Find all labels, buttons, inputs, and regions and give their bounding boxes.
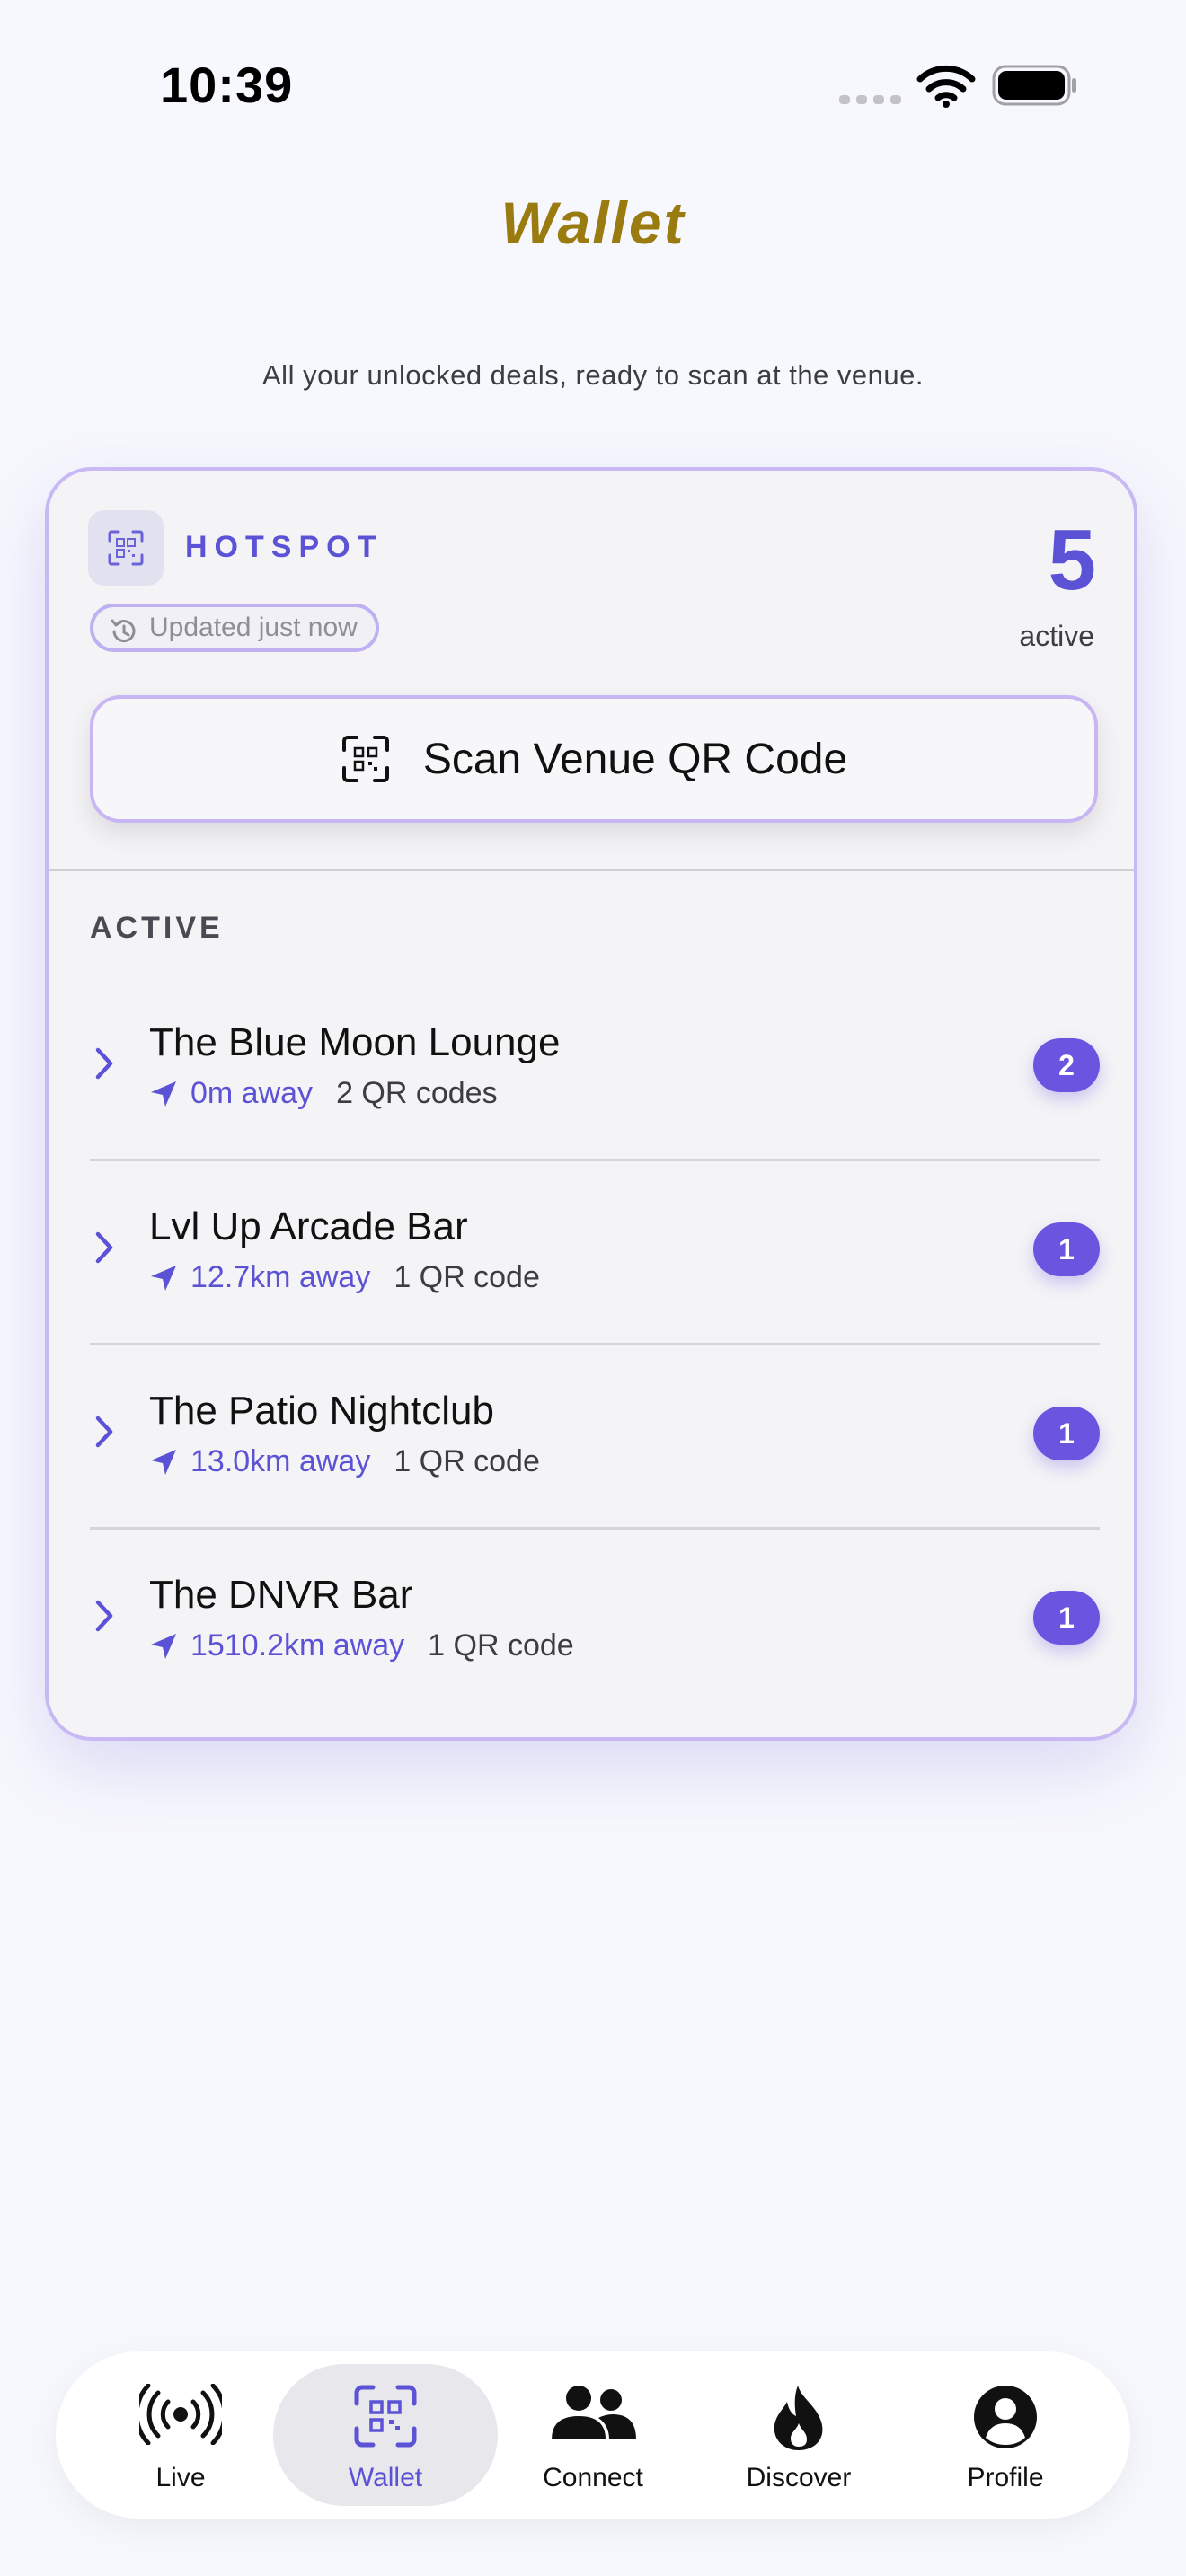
tab-label: Live bbox=[155, 2463, 206, 2492]
scan-qr-button[interactable]: Scan Venue QR Code bbox=[90, 695, 1098, 823]
venue-qr-count: 1 QR code bbox=[394, 1444, 540, 1478]
chevron-right-icon bbox=[95, 1416, 113, 1448]
tab-connect[interactable]: Connect bbox=[481, 2364, 705, 2506]
venue-meta: 0m away 2 QR codes bbox=[149, 1076, 498, 1111]
venue-distance: 13.0km away bbox=[190, 1444, 371, 1478]
broadcast-icon bbox=[139, 2384, 222, 2445]
qr-count-badge: 1 bbox=[1033, 1222, 1100, 1276]
wifi-icon bbox=[916, 65, 976, 108]
people-icon bbox=[552, 2386, 636, 2439]
venue-meta: 1510.2km away 1 QR code bbox=[149, 1628, 574, 1663]
qr-code-icon bbox=[354, 2385, 417, 2448]
page-title: Wallet bbox=[500, 190, 686, 256]
venue-name: The Blue Moon Lounge bbox=[149, 1020, 561, 1064]
venue-distance: 1510.2km away bbox=[190, 1628, 405, 1663]
venue-meta: 12.7km away 1 QR code bbox=[149, 1260, 540, 1295]
wallet-card: HOTSPOT Updated just now 5 active Scan V… bbox=[45, 467, 1137, 1741]
section-label-active: ACTIVE bbox=[90, 911, 224, 945]
flame-icon bbox=[774, 2386, 823, 2450]
venue-qr-count: 1 QR code bbox=[428, 1628, 574, 1663]
location-arrow-icon bbox=[151, 1633, 176, 1659]
chevron-right-icon bbox=[95, 1047, 113, 1080]
qr-scan-icon bbox=[341, 736, 389, 782]
venue-name: The Patio Nightclub bbox=[149, 1389, 494, 1433]
tab-label: Profile bbox=[967, 2463, 1044, 2492]
tab-label: Connect bbox=[543, 2463, 643, 2492]
tab-wallet[interactable]: Wallet bbox=[273, 2364, 498, 2506]
venue-distance: 0m away bbox=[190, 1076, 314, 1110]
active-count-label: active bbox=[1019, 620, 1094, 652]
updated-text: Updated just now bbox=[149, 613, 358, 642]
venue-meta: 13.0km away 1 QR code bbox=[149, 1444, 540, 1479]
active-count: 5 bbox=[1048, 512, 1096, 608]
location-arrow-icon bbox=[151, 1081, 176, 1107]
brand-qr-icon bbox=[88, 510, 164, 586]
status-time: 10:39 bbox=[160, 57, 294, 113]
chevron-right-icon bbox=[95, 1231, 113, 1264]
venue-qr-count: 2 QR codes bbox=[336, 1076, 498, 1110]
chevron-right-icon bbox=[95, 1600, 113, 1632]
page-subtitle: All your unlocked deals, ready to scan a… bbox=[262, 359, 924, 391]
status-bar: 10:39 bbox=[0, 0, 1186, 171]
cellular-signal-icon bbox=[839, 95, 901, 104]
venue-name: Lvl Up Arcade Bar bbox=[149, 1204, 468, 1248]
venue-row[interactable]: The Blue Moon Lounge 0m away 2 QR codes … bbox=[90, 977, 1100, 1161]
tab-label: Wallet bbox=[348, 2463, 423, 2492]
venue-row[interactable]: Lvl Up Arcade Bar 12.7km away 1 QR code … bbox=[90, 1161, 1100, 1345]
brand-name: HOTSPOT bbox=[185, 530, 384, 564]
location-arrow-icon bbox=[151, 1265, 176, 1291]
qr-count-badge: 1 bbox=[1033, 1591, 1100, 1645]
location-arrow-icon bbox=[151, 1449, 176, 1475]
venue-name: The DNVR Bar bbox=[149, 1573, 413, 1617]
card-divider bbox=[49, 869, 1134, 871]
history-icon bbox=[111, 619, 136, 643]
tab-bar: Live Wallet Connect Discover Profile bbox=[56, 2351, 1130, 2519]
tab-live[interactable]: Live bbox=[68, 2364, 293, 2506]
venue-distance: 12.7km away bbox=[190, 1260, 371, 1294]
venue-row[interactable]: The Patio Nightclub 13.0km away 1 QR cod… bbox=[90, 1345, 1100, 1530]
qr-count-badge: 2 bbox=[1033, 1038, 1100, 1092]
scan-button-label: Scan Venue QR Code bbox=[422, 735, 848, 783]
venue-row[interactable]: The DNVR Bar 1510.2km away 1 QR code 1 bbox=[90, 1530, 1100, 1714]
battery-icon bbox=[992, 65, 1076, 106]
tab-profile[interactable]: Profile bbox=[893, 2364, 1118, 2506]
tab-discover[interactable]: Discover bbox=[686, 2364, 911, 2506]
updated-status-pill: Updated just now bbox=[90, 604, 379, 652]
venue-qr-count: 1 QR code bbox=[394, 1260, 540, 1294]
tab-label: Discover bbox=[746, 2463, 852, 2492]
profile-icon bbox=[974, 2386, 1037, 2448]
qr-count-badge: 1 bbox=[1033, 1407, 1100, 1460]
